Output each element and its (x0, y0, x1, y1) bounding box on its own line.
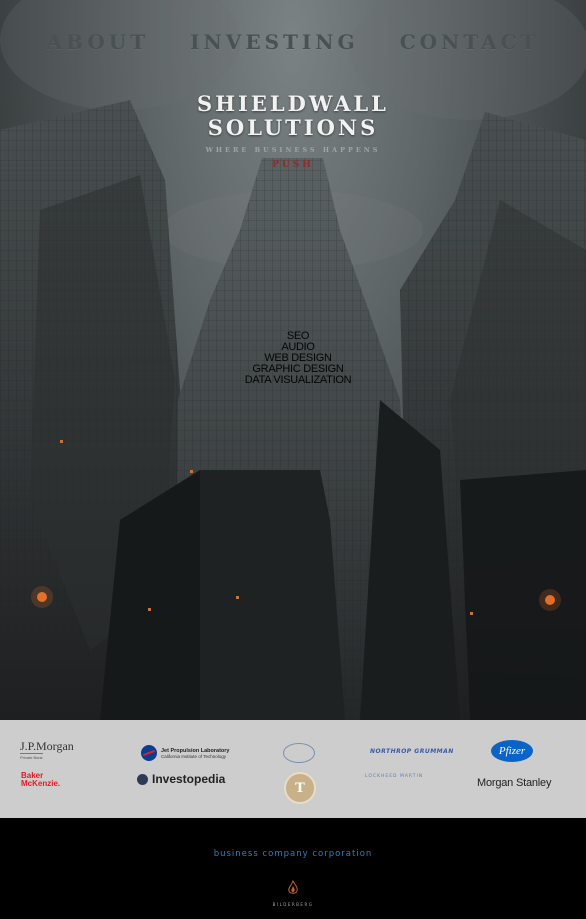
services-list: SEO AUDIO WEB DESIGN GRAPHIC DESIGN DATA… (0, 331, 586, 386)
hero-section: ABOUT INVESTING CONTACT SHIELDWALL SOLUT… (0, 0, 586, 720)
baker-line2: McKenzie. (21, 779, 61, 788)
flame-icon (288, 879, 298, 894)
baker-mckenzie-logo: Baker McKenzie. (21, 772, 60, 788)
nav-investing-link[interactable]: INVESTING (190, 30, 358, 54)
northrop-grumman-logo: NORTHROP GRUMMAN (370, 748, 454, 755)
footer: business company corporation BILDERBERG (0, 818, 586, 919)
seal-logo (283, 743, 315, 763)
pfizer-logo: Pfizer (491, 740, 533, 762)
brand-block: SHIELDWALL SOLUTIONS WHERE BUSINESS HAPP… (0, 91, 586, 155)
nasa-icon (141, 745, 157, 761)
footer-brand-name: BILDERBERG (272, 902, 314, 907)
t-seal-logo: T (284, 772, 316, 804)
nav-contact-link[interactable]: CONTACT (400, 30, 540, 54)
service-item: DATA VISUALIZATION (244, 374, 352, 386)
jpmorgan-logo: J.P.Morgan Private Bank (20, 740, 74, 760)
brand-title-line2: SOLUTIONS (207, 115, 379, 140)
investopedia-icon (137, 773, 148, 785)
nav-about-link[interactable]: ABOUT (47, 30, 150, 54)
jpl-subtitle: California Institute of Technology (161, 753, 226, 759)
client-logos: J.P.Morgan Private Bank Jet Propulsion L… (0, 720, 586, 818)
push-label[interactable]: PUSH (0, 160, 586, 170)
brand-title-line1: SHIELDWALL (197, 91, 389, 116)
jpmorgan-sub: Private Bank (20, 753, 43, 760)
top-nav: ABOUT INVESTING CONTACT (0, 30, 586, 54)
jpl-text: Jet Propulsion Laboratory California Ins… (161, 748, 229, 759)
footer-tagline: business company corporation (213, 849, 373, 859)
lockheed-martin-logo: LOCKHEED MARTIN (365, 774, 424, 779)
footer-brand: BILDERBERG (0, 879, 586, 907)
jpmorgan-name: J.P.Morgan (20, 739, 74, 753)
morgan-stanley-logo: Morgan Stanley (477, 777, 552, 789)
investopedia-text: Investopedia (152, 772, 226, 786)
jpl-logo: Jet Propulsion Laboratory California Ins… (141, 745, 229, 761)
brand-tagline: WHERE BUSINESS HAPPENS (205, 146, 381, 154)
investopedia-logo: Investopedia (137, 772, 225, 786)
